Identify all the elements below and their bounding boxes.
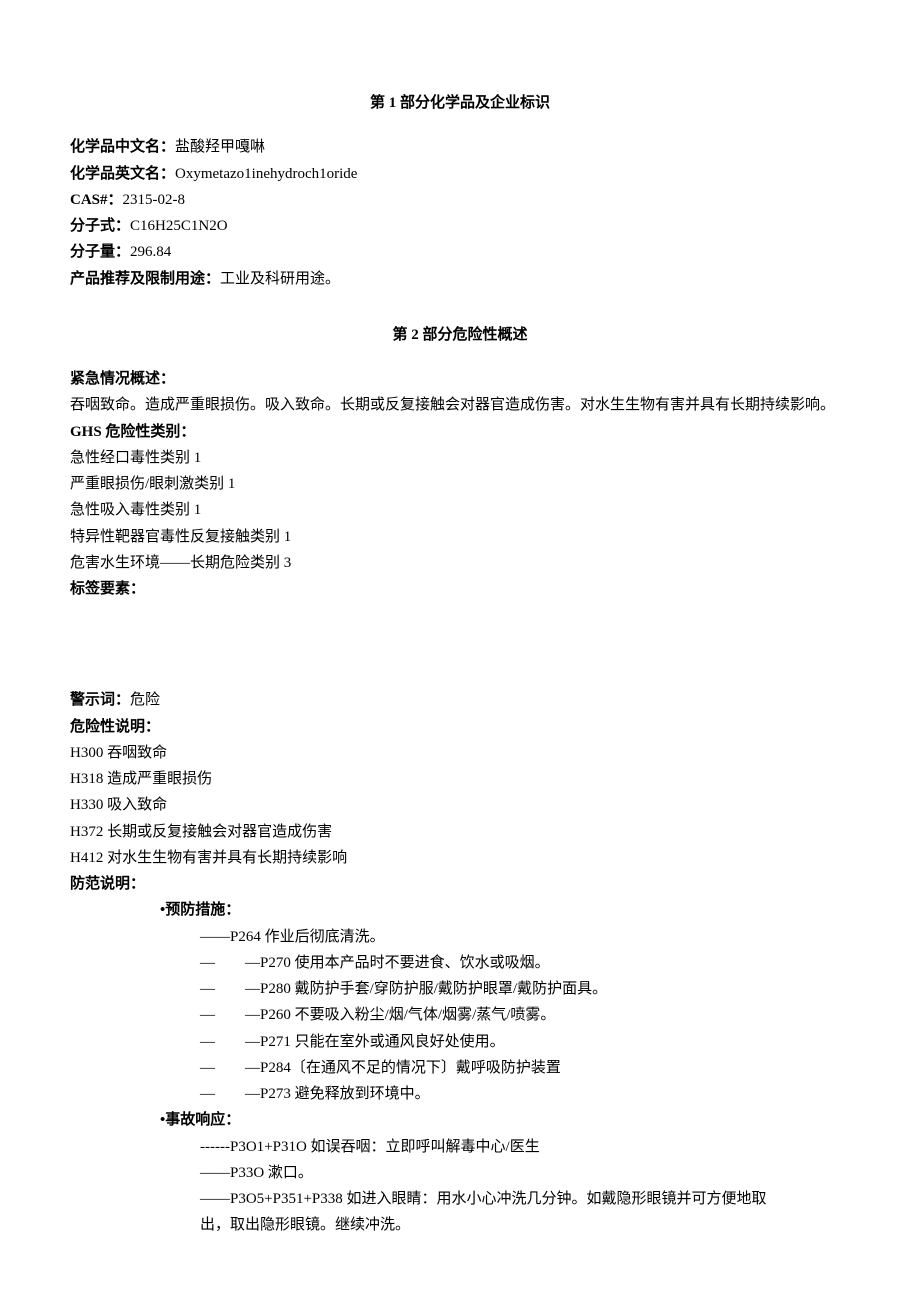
prevention-item: — —P270 使用本产品时不要进食、饮水或吸烟。	[70, 950, 850, 976]
hazard-item: H412 对水生生物有害并具有长期持续影响	[70, 845, 850, 871]
field-formula: 分子式：C16H25C1N2O	[70, 213, 850, 239]
formula-label: 分子式：	[70, 218, 130, 234]
response-item: 出，取出隐形眼镜。继续冲洗。	[70, 1212, 850, 1238]
ghs-item: 特异性靶器官毒性反复接触类别 1	[70, 524, 850, 550]
formula-value: C16H25C1N2O	[130, 218, 228, 234]
section-2-title: 第 2 部分危险性概述	[70, 322, 850, 348]
hazard-item: H300 吞咽致命	[70, 740, 850, 766]
field-usage: 产品推荐及限制用途：工业及科研用途。	[70, 266, 850, 292]
usage-value: 工业及科研用途。	[220, 271, 340, 287]
field-en-name: 化学品英文名：Oxymetazo1inehydroch1oride	[70, 161, 850, 187]
hazard-item: H318 造成严重眼损伤	[70, 766, 850, 792]
label-elements: 标签要素：	[70, 576, 850, 602]
emergency-text: 吞咽致命。造成严重眼损伤。吸入致命。长期或反复接触会对器官造成伤害。对水生生物有…	[70, 392, 850, 418]
cas-value: 2315-02-8	[123, 192, 186, 208]
response-item: ——P33O 漱口。	[70, 1160, 850, 1186]
field-cn-name: 化学品中文名：盐酸羟甲嘎啉	[70, 134, 850, 160]
hazard-label: 危险性说明：	[70, 714, 850, 740]
mw-label: 分子量：	[70, 244, 130, 260]
ghs-item: 急性吸入毒性类别 1	[70, 497, 850, 523]
precaution-label: 防范说明：	[70, 871, 850, 897]
cn-name-value: 盐酸羟甲嘎啉	[175, 139, 265, 155]
prevention-item: — —P260 不要吸入粉尘/烟/气体/烟雾/蒸气/喷雾。	[70, 1002, 850, 1028]
response-item: ——P3O5+P351+P338 如进入眼睛：用水小心冲洗几分钟。如戴隐形眼镜并…	[70, 1186, 850, 1212]
prevention-label: •预防措施：	[70, 897, 850, 923]
ghs-item: 危害水生环境——长期危险类别 3	[70, 550, 850, 576]
response-item: ------P3O1+P31O 如误吞咽：立即呼叫解毒中心/医生	[70, 1134, 850, 1160]
hazard-item: H372 长期或反复接触会对器官造成伤害	[70, 819, 850, 845]
signal-label: 警示词：	[70, 692, 130, 708]
ghs-label: GHS 危险性类别：	[70, 419, 850, 445]
hazard-item: H330 吸入致命	[70, 792, 850, 818]
ghs-item: 急性经口毒性类别 1	[70, 445, 850, 471]
prevention-item: — —P271 只能在室外或通风良好处使用。	[70, 1029, 850, 1055]
prevention-item: — —P280 戴防护手套/穿防护服/戴防护眼罩/戴防护面具。	[70, 976, 850, 1002]
signal-value: 危险	[130, 692, 160, 708]
prevention-item: ——P264 作业后彻底清洗。	[70, 924, 850, 950]
en-name-label: 化学品英文名：	[70, 166, 175, 182]
signal-word-line: 警示词：危险	[70, 687, 850, 713]
field-mw: 分子量：296.84	[70, 239, 850, 265]
cn-name-label: 化学品中文名：	[70, 139, 175, 155]
pictogram-spacer	[70, 602, 850, 687]
response-label: •事故响应：	[70, 1107, 850, 1133]
prevention-item: — —P273 避免释放到环境中。	[70, 1081, 850, 1107]
usage-label: 产品推荐及限制用途：	[70, 271, 220, 287]
field-cas: CAS#：2315-02-8	[70, 187, 850, 213]
section-1-title: 第 1 部分化学品及企业标识	[70, 90, 850, 116]
emergency-label: 紧急情况概述：	[70, 366, 850, 392]
prevention-item: — —P284〔在通风不足的情况下〕戴呼吸防护装置	[70, 1055, 850, 1081]
mw-value: 296.84	[130, 244, 171, 260]
ghs-item: 严重眼损伤/眼刺激类别 1	[70, 471, 850, 497]
cas-label: CAS#：	[70, 192, 123, 208]
en-name-value: Oxymetazo1inehydroch1oride	[175, 166, 357, 182]
